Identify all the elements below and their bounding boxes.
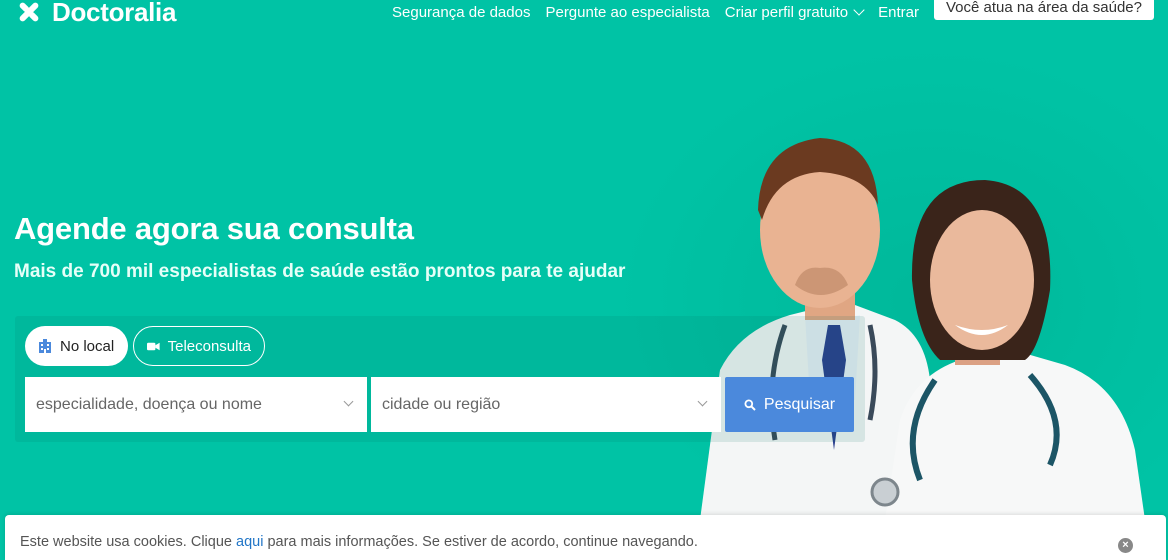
hero-title: Agende agora sua consulta — [14, 211, 414, 246]
logo-text: Doctoralia — [52, 0, 177, 27]
cookie-text-after: para mais informações. Se estiver de aco… — [263, 534, 698, 550]
nav-login-link[interactable]: Entrar — [878, 4, 919, 21]
cookie-more-info-link[interactable]: aqui — [236, 534, 263, 550]
nav-create-profile-label: Criar perfil gratuito — [724, 3, 849, 21]
location-search-input[interactable]: cidade ou região — [371, 377, 721, 432]
hero-subtitle: Mais de 700 mil especialistas de saúde e… — [14, 261, 626, 282]
tab-in-person-label: No local — [60, 337, 115, 355]
health-professional-button[interactable]: Você atua na área da saúde? — [934, 0, 1154, 20]
search-button[interactable]: Pesquisar — [725, 377, 854, 432]
cookie-banner: Este website usa cookies. Clique aqui pa… — [5, 515, 1166, 560]
nav-create-profile-dropdown[interactable]: Criar perfil gratuito — [724, 3, 865, 21]
video-camera-icon — [147, 342, 160, 350]
top-nav: Segurança de dados Pergunte ao especiali… — [392, 0, 1154, 24]
search-button-label: Pesquisar — [763, 395, 836, 413]
search-icon — [744, 399, 756, 411]
tab-teleconsultation[interactable]: Teleconsulta — [133, 326, 265, 366]
chevron-down-icon — [853, 3, 865, 16]
logo[interactable]: Doctoralia — [14, 0, 176, 28]
nav-security-link[interactable]: Segurança de dados — [392, 4, 530, 21]
close-icon[interactable]: × — [1118, 538, 1133, 553]
nav-ask-specialist-link[interactable]: Pergunte ao especialista — [545, 4, 709, 21]
chevron-down-icon — [343, 396, 354, 407]
building-icon — [39, 339, 51, 353]
tab-teleconsultation-label: Teleconsulta — [167, 337, 251, 355]
specialty-search-input[interactable]: especialidade, doença ou nome — [25, 377, 367, 432]
cookie-text-before: Este website usa cookies. Clique — [20, 534, 236, 550]
chevron-down-icon — [697, 396, 708, 407]
cookie-text: Este website usa cookies. Clique aqui pa… — [20, 534, 698, 550]
tab-in-person[interactable]: No local — [25, 326, 128, 366]
specialty-placeholder: especialidade, doença ou nome — [36, 395, 262, 413]
location-placeholder: cidade ou região — [382, 395, 501, 413]
doctoralia-logo-icon — [19, 2, 39, 22]
